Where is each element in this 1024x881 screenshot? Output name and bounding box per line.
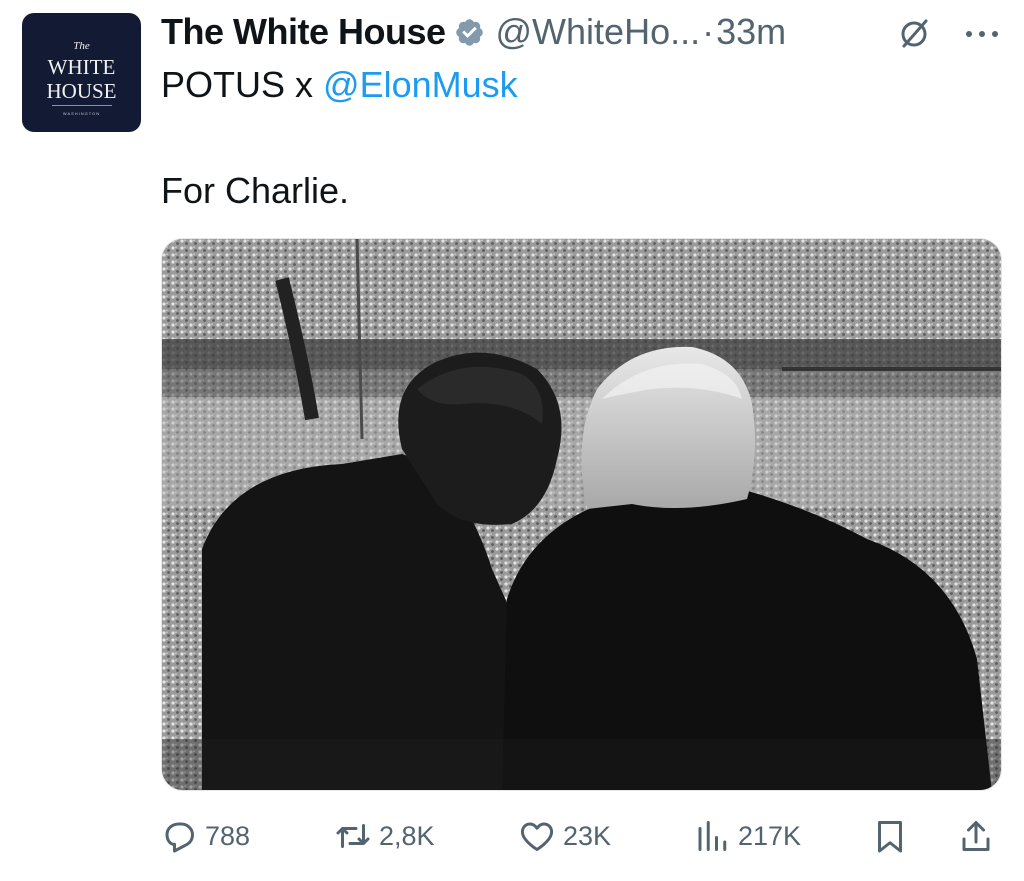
analytics-icon [698,821,727,851]
bookmark-button[interactable] [872,808,916,864]
avatar-rule [51,104,112,106]
bookmark-icon [878,821,902,853]
repost-icon [336,824,370,848]
action-bar: 788 2,8K 23K 217K [0,808,1024,864]
post-photo[interactable] [161,238,1002,791]
avatar-the: The [73,39,90,52]
post-text: For Charlie. [161,170,350,211]
like-count: 23K [563,820,612,851]
post-header: The White House @WhiteHo... · 33m [161,8,786,56]
mention-link[interactable]: @ElonMusk [323,64,518,105]
share-icon [962,821,990,851]
avatar-house: HOUSE [46,78,117,103]
avatar-washington: WASHINGTON [62,110,101,116]
more-icon[interactable] [962,24,1002,44]
views-count: 217K [738,820,802,851]
repost-button[interactable]: 2,8K [335,808,435,864]
avatar[interactable]: The WHITE HOUSE WASHINGTON [22,13,141,132]
share-button[interactable] [958,808,1002,864]
timestamp[interactable]: 33m [716,11,786,53]
separator-dot: · [702,11,715,52]
like-button[interactable]: 23K [519,808,611,864]
reply-button[interactable]: 788 [161,808,250,864]
reply-icon [165,822,194,853]
display-name[interactable]: The White House [161,11,446,53]
handle[interactable]: @WhiteHo... [496,11,701,53]
repost-count: 2,8K [379,820,435,851]
reply-count: 788 [205,820,251,851]
context-prefix: POTUS x [161,64,324,105]
post-context: POTUS x @ElonMusk [161,64,518,106]
verified-badge-icon[interactable] [454,17,485,48]
views-button[interactable]: 217K [694,808,801,864]
avatar-white: WHITE [47,54,116,79]
heart-icon [520,822,554,851]
grok-icon[interactable] [896,16,932,52]
